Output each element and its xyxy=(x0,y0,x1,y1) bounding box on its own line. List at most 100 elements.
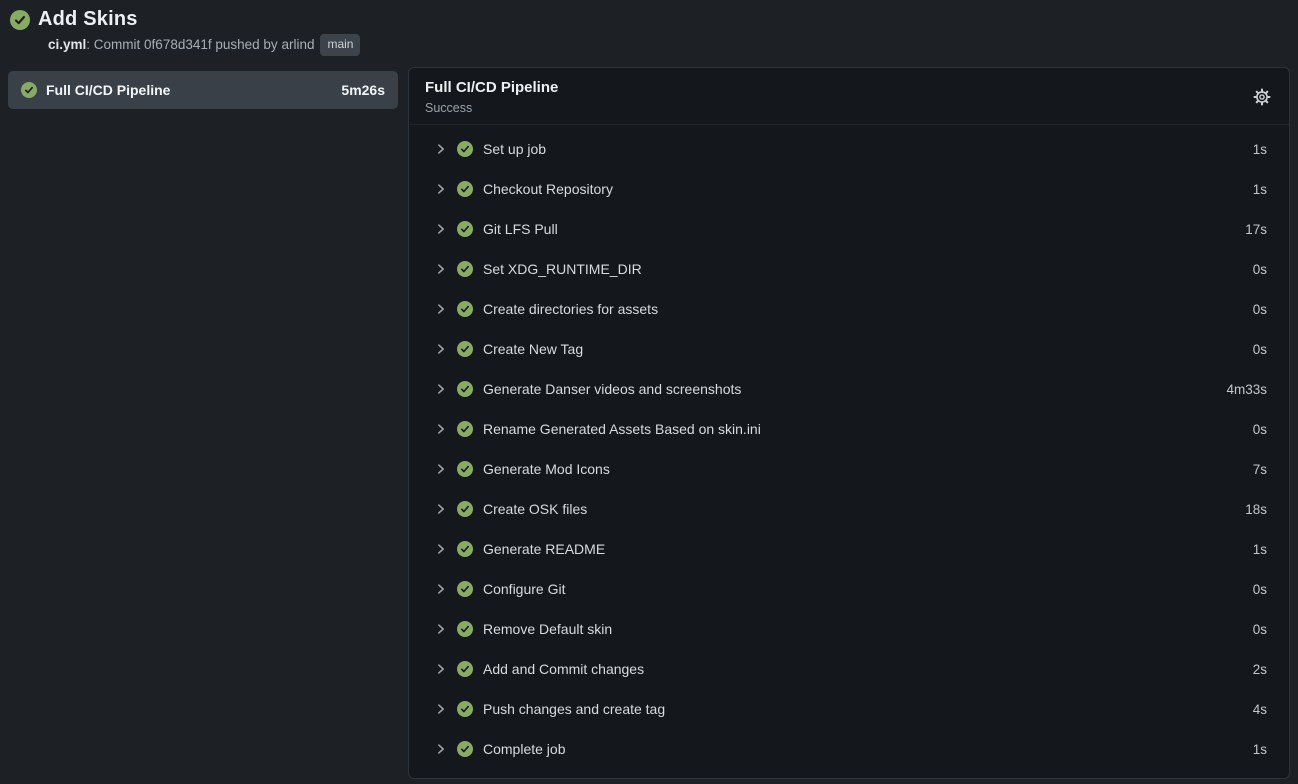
step-duration: 1s xyxy=(1253,542,1267,557)
panel-header-text: Full CI/CD Pipeline Success xyxy=(425,78,558,115)
check-circle-icon xyxy=(457,501,473,517)
run-status-check-icon xyxy=(10,10,30,30)
commit-hash-link[interactable]: 0f678d341f xyxy=(144,37,212,52)
chevron-right-icon[interactable] xyxy=(434,662,448,676)
step-duration: 1s xyxy=(1253,182,1267,197)
steps-list: Set up job 1s Checkout Repository 1s Git… xyxy=(409,125,1289,773)
settings-button[interactable] xyxy=(1251,86,1273,108)
step-row[interactable]: Remove Default skin 0s xyxy=(409,609,1289,649)
step-duration: 1s xyxy=(1253,742,1267,757)
step-duration: 0s xyxy=(1253,342,1267,357)
main-content: Full CI/CD Pipeline 5m26s Full CI/CD Pip… xyxy=(0,67,1298,779)
step-duration: 17s xyxy=(1245,222,1267,237)
step-row[interactable]: Generate README 1s xyxy=(409,529,1289,569)
step-row[interactable]: Checkout Repository 1s xyxy=(409,169,1289,209)
step-row[interactable]: Rename Generated Assets Based on skin.in… xyxy=(409,409,1289,449)
step-duration: 1s xyxy=(1253,142,1267,157)
step-name: Generate Danser videos and screenshots xyxy=(483,381,741,397)
step-name: Set up job xyxy=(483,141,546,157)
author-name: arlind xyxy=(281,37,314,52)
panel-header: Full CI/CD Pipeline Success xyxy=(409,68,1289,125)
step-row[interactable]: Configure Git 0s xyxy=(409,569,1289,609)
check-circle-icon xyxy=(457,461,473,477)
check-circle-icon xyxy=(457,221,473,237)
step-name: Generate Mod Icons xyxy=(483,461,610,477)
check-circle-icon xyxy=(457,141,473,157)
job-steps-panel: Full CI/CD Pipeline Success xyxy=(408,67,1290,779)
step-row[interactable]: Git LFS Pull 17s xyxy=(409,209,1289,249)
step-name: Add and Commit changes xyxy=(483,661,644,677)
check-circle-icon xyxy=(457,741,473,757)
step-row[interactable]: Create directories for assets 0s xyxy=(409,289,1289,329)
chevron-right-icon[interactable] xyxy=(434,262,448,276)
step-name: Rename Generated Assets Based on skin.in… xyxy=(483,421,761,437)
check-circle-icon xyxy=(457,421,473,437)
check-circle-icon xyxy=(457,181,473,197)
chevron-right-icon[interactable] xyxy=(434,422,448,436)
check-circle-icon xyxy=(457,341,473,357)
check-circle-icon xyxy=(457,581,473,597)
check-circle-icon xyxy=(457,661,473,677)
check-circle-icon xyxy=(457,301,473,317)
chevron-right-icon[interactable] xyxy=(434,382,448,396)
step-duration: 0s xyxy=(1253,422,1267,437)
step-row[interactable]: Create OSK files 18s xyxy=(409,489,1289,529)
check-circle-icon xyxy=(457,541,473,557)
step-row[interactable]: Push changes and create tag 4s xyxy=(409,689,1289,729)
gear-icon xyxy=(1253,88,1271,106)
chevron-right-icon[interactable] xyxy=(434,302,448,316)
step-row[interactable]: Generate Mod Icons 7s xyxy=(409,449,1289,489)
chevron-right-icon[interactable] xyxy=(434,622,448,636)
step-name: Create directories for assets xyxy=(483,301,658,317)
chevron-right-icon[interactable] xyxy=(434,542,448,556)
job-item-full-cicd-pipeline[interactable]: Full CI/CD Pipeline 5m26s xyxy=(8,71,398,109)
step-row[interactable]: Add and Commit changes 2s xyxy=(409,649,1289,689)
step-name: Generate README xyxy=(483,541,605,557)
step-row[interactable]: Create New Tag 0s xyxy=(409,329,1289,369)
job-name: Full CI/CD Pipeline xyxy=(46,82,332,98)
step-name: Create New Tag xyxy=(483,341,583,357)
chevron-right-icon[interactable] xyxy=(434,222,448,236)
chevron-right-icon[interactable] xyxy=(434,142,448,156)
step-duration: 2s xyxy=(1253,662,1267,677)
job-duration: 5m26s xyxy=(341,82,385,98)
step-name: Remove Default skin xyxy=(483,621,612,637)
run-subtitle: ci.yml: Commit 0f678d341f pushed by arli… xyxy=(48,34,1286,56)
step-row[interactable]: Set up job 1s xyxy=(409,129,1289,169)
check-circle-icon xyxy=(457,701,473,717)
workflow-file-name: ci.yml xyxy=(48,37,86,52)
pushed-by-text: pushed by xyxy=(212,37,282,52)
step-name: Set XDG_RUNTIME_DIR xyxy=(483,261,642,277)
chevron-right-icon[interactable] xyxy=(434,742,448,756)
chevron-right-icon[interactable] xyxy=(434,462,448,476)
run-title: Add Skins xyxy=(38,8,138,31)
chevron-right-icon[interactable] xyxy=(434,582,448,596)
check-circle-icon xyxy=(457,381,473,397)
check-circle-icon xyxy=(457,621,473,637)
chevron-right-icon[interactable] xyxy=(434,182,448,196)
chevron-right-icon[interactable] xyxy=(434,342,448,356)
step-duration: 4m33s xyxy=(1226,382,1267,397)
step-row[interactable]: Generate Danser videos and screenshots 4… xyxy=(409,369,1289,409)
step-duration: 18s xyxy=(1245,502,1267,517)
step-duration: 0s xyxy=(1253,582,1267,597)
step-name: Create OSK files xyxy=(483,501,587,517)
step-duration: 0s xyxy=(1253,622,1267,637)
step-row[interactable]: Complete job 1s xyxy=(409,729,1289,769)
commit-prefix-text: : Commit xyxy=(86,37,144,52)
step-name: Git LFS Pull xyxy=(483,221,558,237)
step-name: Complete job xyxy=(483,741,566,757)
jobs-sidebar: Full CI/CD Pipeline 5m26s xyxy=(8,67,398,109)
check-circle-icon xyxy=(457,261,473,277)
step-duration: 7s xyxy=(1253,462,1267,477)
branch-badge[interactable]: main xyxy=(320,34,360,56)
chevron-right-icon[interactable] xyxy=(434,702,448,716)
step-name: Push changes and create tag xyxy=(483,701,665,717)
step-name: Checkout Repository xyxy=(483,181,613,197)
step-duration: 4s xyxy=(1253,702,1267,717)
chevron-right-icon[interactable] xyxy=(434,502,448,516)
panel-title: Full CI/CD Pipeline xyxy=(425,78,558,97)
run-header: Add Skins ci.yml: Commit 0f678d341f push… xyxy=(0,0,1298,56)
step-row[interactable]: Set XDG_RUNTIME_DIR 0s xyxy=(409,249,1289,289)
step-name: Configure Git xyxy=(483,581,565,597)
